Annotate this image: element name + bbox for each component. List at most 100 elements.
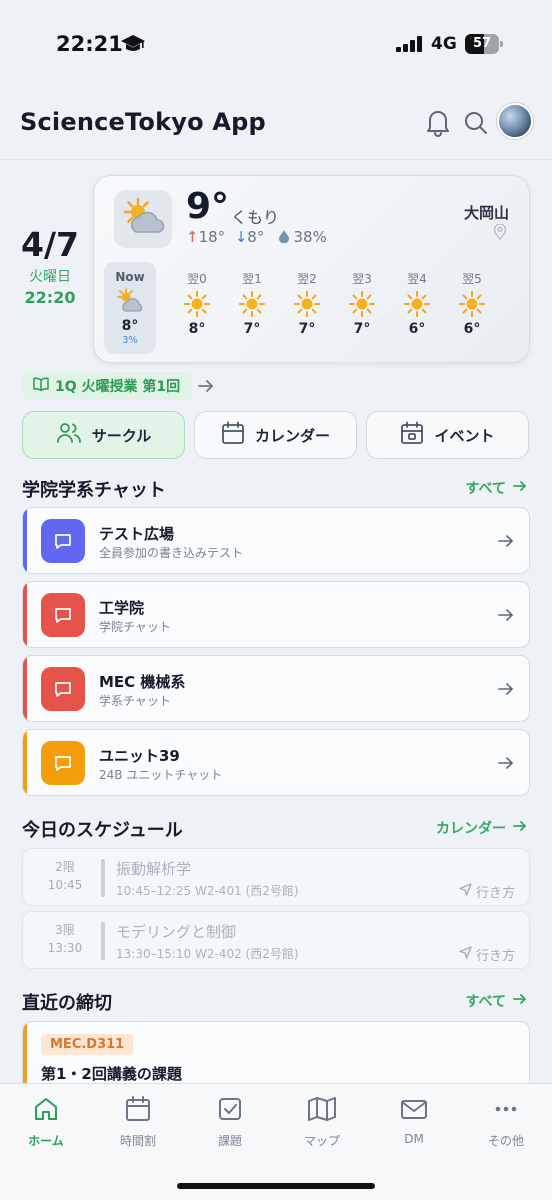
arrow-right-icon xyxy=(497,680,515,702)
schedule-title: 振動解析学 xyxy=(116,860,192,878)
deadline-see-all-label: すべて xyxy=(465,994,506,1010)
tab-task-check[interactable]: 課題 xyxy=(184,1094,276,1149)
chat-row[interactable]: ユニット39 24B ユニットチャット xyxy=(22,729,530,796)
chat-accent-bar xyxy=(23,730,27,795)
chat-subtitle: 学系チャット xyxy=(99,694,171,708)
directions-link[interactable]: 行き方 xyxy=(459,882,515,901)
tab-more[interactable]: その他 xyxy=(460,1094,552,1149)
timetable-icon xyxy=(92,1094,184,1124)
avatar[interactable] xyxy=(497,103,533,139)
partly-cloudy-icon xyxy=(104,286,156,316)
tab-home[interactable]: ホーム xyxy=(0,1094,92,1149)
app-title: ScienceTokyo App xyxy=(20,108,266,136)
schedule-period: 3限 13:30 xyxy=(43,921,87,957)
deadline-see-all-link[interactable]: すべて xyxy=(466,991,528,1011)
tab-map[interactable]: マップ xyxy=(276,1094,368,1149)
chat-bubble-icon xyxy=(41,741,85,785)
directions-label: 行き方 xyxy=(475,886,515,901)
chat-row[interactable]: 工学院 学院チャット xyxy=(22,581,530,648)
event-calendar-icon xyxy=(400,421,424,449)
forecast-label: 翌4 xyxy=(407,272,427,286)
forecast-rain: 3% xyxy=(122,335,138,346)
chat-subtitle: 24B ユニットチャット xyxy=(99,768,223,782)
schedule-period-label: 2限 xyxy=(55,860,75,874)
calendar-button[interactable]: カレンダー xyxy=(194,411,357,459)
tab-mail[interactable]: DM xyxy=(368,1094,460,1146)
bell-icon[interactable] xyxy=(423,106,455,138)
battery-percent: 57 xyxy=(472,36,492,51)
arrow-up-icon: ↑ xyxy=(186,228,199,246)
forecast-label: Now xyxy=(115,270,145,284)
forecast-hour: 翌4 6° xyxy=(391,262,443,354)
event-button[interactable]: イベント xyxy=(366,411,529,459)
battery-icon: 57 xyxy=(465,34,503,54)
directions-link[interactable]: 行き方 xyxy=(459,945,515,964)
sun-icon xyxy=(281,289,333,319)
schedule-divider xyxy=(101,922,105,960)
arrow-right-icon[interactable] xyxy=(196,376,216,400)
schedule-start-time: 13:30 xyxy=(47,941,83,955)
tab-timetable[interactable]: 時間割 xyxy=(92,1094,184,1149)
forecast-hour: 翌3 7° xyxy=(336,262,388,354)
status-bar: 22:21 4G 57 xyxy=(0,0,552,90)
sun-icon xyxy=(336,289,388,319)
schedule-calendar-link[interactable]: カレンダー xyxy=(436,818,528,838)
date-weekday: 火曜日 xyxy=(29,269,71,285)
schedule-period: 2限 10:45 xyxy=(43,858,87,894)
schedule-row[interactable]: 3限 13:30 モデリングと制御 13:30–15:10 W2-402 (西2号館)… xyxy=(22,911,530,969)
calendar-button-label: カレンダー xyxy=(254,426,330,445)
chat-see-all-link[interactable]: すべて xyxy=(466,478,528,498)
chat-name: MEC 機械系 xyxy=(99,673,186,691)
search-icon[interactable] xyxy=(461,106,493,138)
schedule-detail: 13:30–15:10 W2-402 (西2号館) xyxy=(116,947,299,961)
chat-name: ユニット39 xyxy=(99,747,180,765)
more-icon xyxy=(460,1094,552,1124)
arrow-right-icon xyxy=(512,478,528,498)
forecast-temp: 7° xyxy=(243,321,261,337)
arrow-down-icon: ↓ xyxy=(234,228,248,246)
schedule-calendar-label: カレンダー xyxy=(436,821,506,837)
task-check-icon xyxy=(184,1094,276,1124)
schedule-row[interactable]: 2限 10:45 振動解析学 10:45–12:25 W2-401 (西2号館) 行き方 xyxy=(22,848,530,906)
forecast-label: 翌3 xyxy=(352,272,372,286)
sun-icon xyxy=(171,289,223,319)
map-icon xyxy=(276,1094,368,1124)
people-icon xyxy=(56,421,82,449)
chat-row[interactable]: テスト広場全員参加の書き込みテスト xyxy=(22,507,530,574)
sun-icon xyxy=(226,289,278,319)
schedule-start-time: 10:45 xyxy=(47,878,83,892)
weather-location: 大岡山 xyxy=(463,204,509,222)
forecast-label: 翌1 xyxy=(242,272,262,286)
tab-label: 時間割 xyxy=(119,1134,156,1148)
tab-label: その他 xyxy=(487,1134,524,1148)
date-block: 4/7 火曜日 22:20 xyxy=(20,225,80,307)
circle-button[interactable]: サークル xyxy=(22,411,185,459)
chat-bubble-icon xyxy=(41,519,85,563)
directions-label: 行き方 xyxy=(475,949,515,964)
raindrop-icon xyxy=(274,228,294,246)
schedule-period-label: 3限 xyxy=(55,923,75,937)
chat-subtitle: 全員参加の書き込みテスト xyxy=(99,546,244,560)
chat-row[interactable]: MEC 機械系学系チャット xyxy=(22,655,530,722)
chat-name: テスト広場 xyxy=(99,525,175,543)
chat-accent-bar xyxy=(23,582,27,647)
partly-cloudy-icon xyxy=(114,190,172,248)
forecast-hour: 翌5 6° xyxy=(446,262,498,354)
deadline-title: 第1・2回講義の課題 xyxy=(41,1065,182,1083)
navigation-arrow-icon xyxy=(459,946,472,963)
chat-bubble-icon xyxy=(41,593,85,637)
arrow-right-icon xyxy=(512,818,528,838)
location-pin-icon xyxy=(493,223,507,244)
weather-card[interactable]: 9° くもり ↑18° ↓8° 38% 大岡山 Now 8° 3% 翌0 8° 翌1 7° 翌… xyxy=(93,175,530,363)
lesson-chip[interactable]: 1Q 火曜授業 第1回 xyxy=(23,372,193,400)
chat-section-title: 学院学系チャット xyxy=(22,480,166,501)
tab-label: 課題 xyxy=(217,1134,242,1148)
weather-rain: 38% xyxy=(293,228,327,246)
home-indicator xyxy=(177,1183,375,1189)
deadline-section-title: 直近の締切 xyxy=(22,993,112,1014)
navigation-arrow-icon xyxy=(459,883,472,900)
weather-condition: くもり xyxy=(231,208,280,227)
network-type: 4G xyxy=(431,34,457,54)
deadline-course-tag: MEC.D311 xyxy=(41,1034,134,1055)
forecast-label: 翌0 xyxy=(187,272,207,286)
